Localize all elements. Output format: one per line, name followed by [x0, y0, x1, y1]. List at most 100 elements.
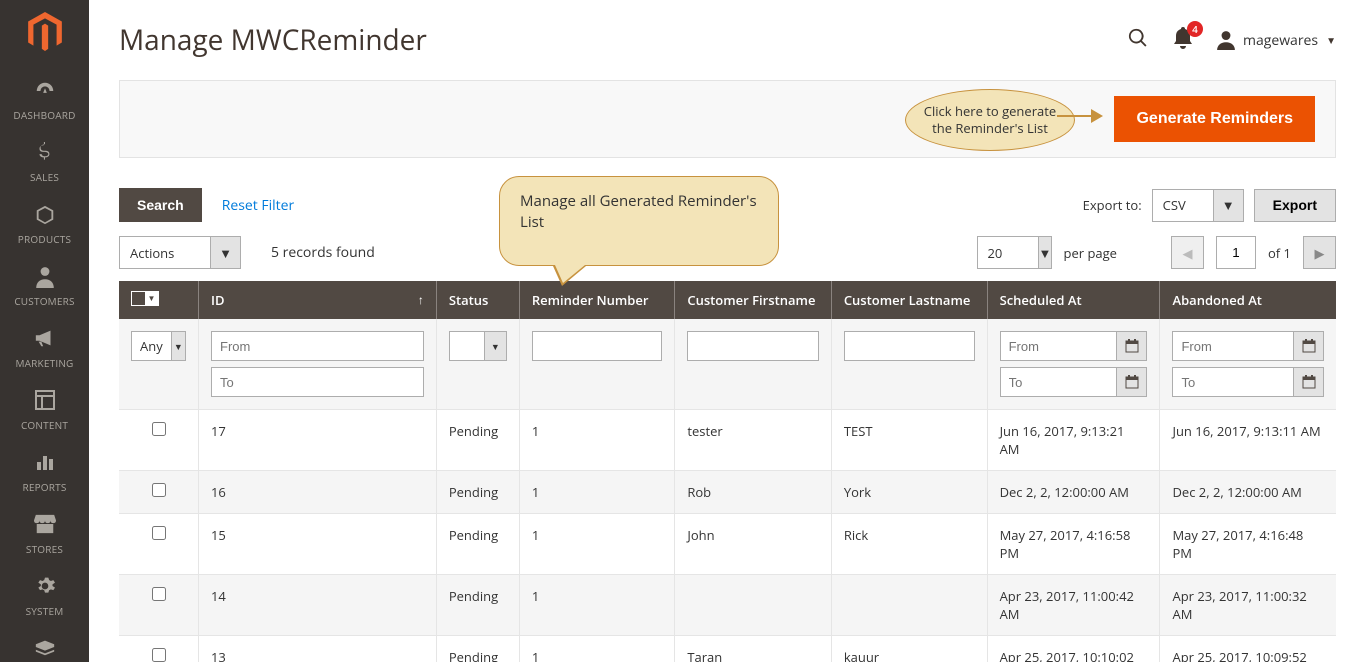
cell-scheduled-at: Jun 16, 2017, 9:13:21 AM	[987, 410, 1160, 471]
header-reminder-number[interactable]: Reminder Number	[519, 281, 675, 319]
chevron-down-icon: ▼	[210, 237, 240, 268]
filter-abandoned-from[interactable]	[1172, 331, 1294, 361]
cell-firstname: tester	[675, 410, 831, 471]
header-id[interactable]: ID↑	[199, 281, 437, 319]
header-select-all[interactable]: ▼	[119, 281, 199, 319]
cube-icon	[0, 204, 89, 228]
admin-sidebar: DASHBOARD SALES PRODUCTS CUSTOMERS MARKE…	[0, 0, 89, 662]
cell-firstname	[675, 575, 831, 636]
account-menu[interactable]: magewares ▼	[1217, 30, 1336, 50]
cell-reminder-number: 1	[519, 575, 675, 636]
nav-dashboard[interactable]: DASHBOARD	[0, 70, 89, 132]
nav-label: REPORTS	[22, 480, 66, 494]
table-row[interactable]: 14 Pending 1 Apr 23, 2017, 11:00:42 AM A…	[119, 575, 1336, 636]
filter-id-to[interactable]	[211, 367, 424, 397]
calendar-icon[interactable]	[1294, 331, 1324, 361]
dashboard-icon	[0, 80, 89, 104]
filter-firstname[interactable]	[687, 331, 818, 361]
cell-reminder-number: 1	[519, 636, 675, 662]
page-size-select[interactable]: 20 ▼	[977, 236, 1052, 269]
nav-label: DASHBOARD	[13, 108, 75, 122]
mass-actions-select[interactable]: Actions ▼	[119, 236, 241, 269]
cell-abandoned-at: Apr 23, 2017, 11:00:32 AM	[1160, 575, 1336, 636]
filter-reminder-number[interactable]	[532, 331, 663, 361]
reminders-grid: ▼ ID↑ Status Reminder Number Customer Fi…	[119, 281, 1336, 662]
cell-reminder-number: 1	[519, 514, 675, 575]
nav-content[interactable]: CONTENT	[0, 380, 89, 442]
table-row[interactable]: 13 Pending 1 Taran kauur Apr 25, 2017, 1…	[119, 636, 1336, 662]
search-button[interactable]: Search	[119, 188, 202, 222]
sort-asc-icon: ↑	[418, 291, 424, 308]
table-row[interactable]: 15 Pending 1 John Rick May 27, 2017, 4:1…	[119, 514, 1336, 575]
cell-id: 13	[199, 636, 437, 662]
nav-customers[interactable]: CUSTOMERS	[0, 256, 89, 318]
filter-status-select[interactable]: ▼	[449, 331, 507, 361]
nav-products[interactable]: PRODUCTS	[0, 194, 89, 256]
chevron-down-icon: ▼	[1326, 33, 1336, 47]
filter-lastname[interactable]	[844, 331, 975, 361]
layout-icon	[0, 390, 89, 414]
nav-label: CUSTOMERS	[14, 294, 74, 308]
row-checkbox[interactable]	[152, 648, 166, 662]
cell-reminder-number: 1	[519, 471, 675, 514]
nav-partners[interactable]	[0, 628, 89, 662]
filter-abandoned-to[interactable]	[1172, 367, 1294, 397]
header-status[interactable]: Status	[436, 281, 519, 319]
chevron-down-icon: ▼	[171, 332, 185, 360]
toolbar-row-1: Search Reset Filter Manage all Generated…	[119, 188, 1336, 222]
records-found: 5 records found	[271, 243, 375, 262]
export-format-value: CSV	[1153, 190, 1213, 221]
row-checkbox[interactable]	[152, 587, 166, 601]
calendar-icon[interactable]	[1117, 331, 1147, 361]
filter-scheduled-from[interactable]	[1000, 331, 1118, 361]
notifications-icon[interactable]: 4	[1173, 27, 1193, 53]
header-abandoned-at[interactable]: Abandoned At	[1160, 281, 1336, 319]
prev-page-button[interactable]: ◀	[1171, 236, 1204, 269]
notifications-badge: 4	[1187, 21, 1203, 37]
export-button[interactable]: Export	[1254, 189, 1336, 222]
magento-logo[interactable]	[27, 12, 62, 52]
cell-scheduled-at: Dec 2, 2, 12:00:00 AM	[987, 471, 1160, 514]
generate-reminders-button[interactable]: Generate Reminders	[1114, 96, 1315, 142]
nav-stores[interactable]: STORES	[0, 504, 89, 566]
mass-actions-value: Actions	[120, 237, 210, 268]
calendar-icon[interactable]	[1117, 367, 1147, 397]
row-checkbox[interactable]	[152, 422, 166, 436]
per-page-label: per page	[1064, 244, 1117, 262]
nav-label: PRODUCTS	[18, 232, 71, 246]
page-size-value: 20	[978, 237, 1038, 268]
nav-label: CONTENT	[21, 418, 68, 432]
current-page-input[interactable]	[1216, 236, 1256, 269]
nav-reports[interactable]: REPORTS	[0, 442, 89, 504]
chevron-down-icon: ▼	[484, 332, 506, 360]
cell-id: 14	[199, 575, 437, 636]
cell-status: Pending	[436, 410, 519, 471]
callout-arrow	[1057, 115, 1091, 117]
cell-lastname: York	[831, 471, 987, 514]
dollar-icon	[0, 142, 89, 166]
header-scheduled-at[interactable]: Scheduled At	[987, 281, 1160, 319]
export-format-select[interactable]: CSV ▼	[1152, 189, 1244, 222]
nav-marketing[interactable]: MARKETING	[0, 318, 89, 380]
reset-filter-link[interactable]: Reset Filter	[222, 196, 295, 215]
table-row[interactable]: 16 Pending 1 Rob York Dec 2, 2, 12:00:00…	[119, 471, 1336, 514]
row-checkbox[interactable]	[152, 483, 166, 497]
search-icon[interactable]	[1127, 27, 1149, 53]
next-page-button[interactable]: ▶	[1303, 236, 1336, 269]
header-firstname[interactable]: Customer Firstname	[675, 281, 831, 319]
table-row[interactable]: 17 Pending 1 tester TEST Jun 16, 2017, 9…	[119, 410, 1336, 471]
filter-id-from[interactable]	[211, 331, 424, 361]
filter-row: Any ▼ ▼	[119, 319, 1336, 410]
user-icon	[1217, 30, 1235, 50]
nav-system[interactable]: SYSTEM	[0, 566, 89, 628]
header-lastname[interactable]: Customer Lastname	[831, 281, 987, 319]
row-checkbox[interactable]	[152, 526, 166, 540]
filter-scheduled-to[interactable]	[1000, 367, 1118, 397]
cell-abandoned-at: Apr 25, 2017, 10:09:52 AM	[1160, 636, 1336, 662]
cell-abandoned-at: Jun 16, 2017, 9:13:11 AM	[1160, 410, 1336, 471]
filter-select-any[interactable]: Any ▼	[131, 331, 186, 361]
cell-scheduled-at: May 27, 2017, 4:16:58 PM	[987, 514, 1160, 575]
cell-scheduled-at: Apr 23, 2017, 11:00:42 AM	[987, 575, 1160, 636]
calendar-icon[interactable]	[1294, 367, 1324, 397]
nav-sales[interactable]: SALES	[0, 132, 89, 194]
